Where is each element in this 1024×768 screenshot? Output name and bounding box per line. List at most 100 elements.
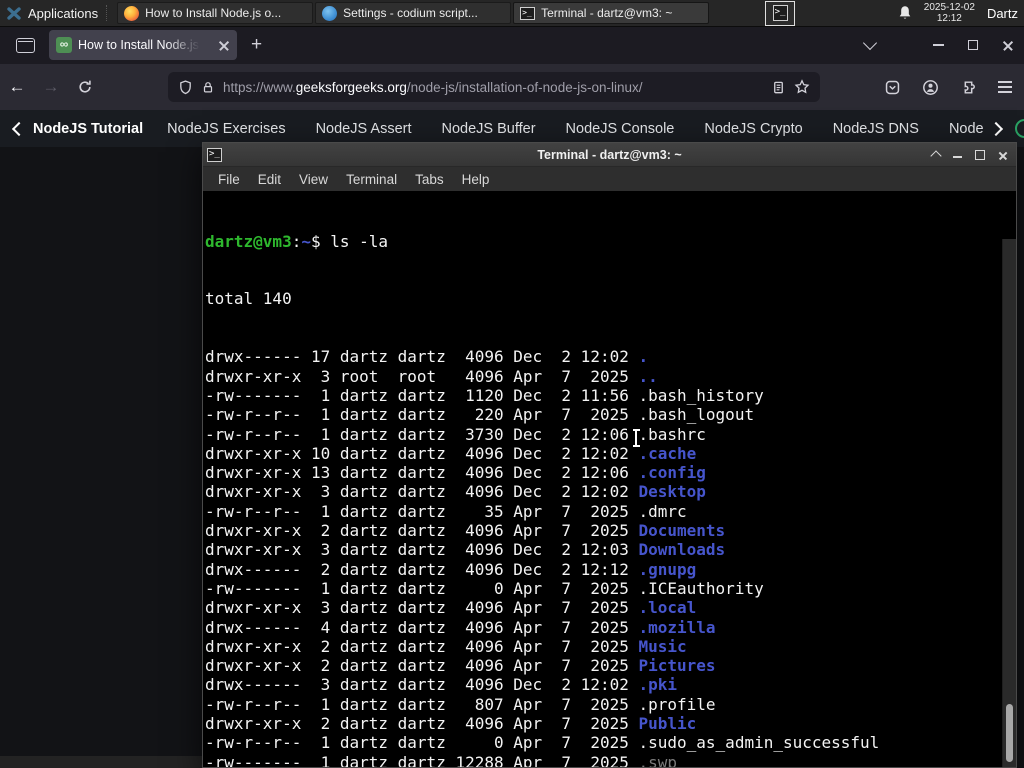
- firefox-view-icon[interactable]: [16, 37, 35, 53]
- file-name: .ICEauthority: [638, 578, 764, 598]
- terminal-output-line: drwxr-xr-x 3 root root 4096 Apr 7 2025 .…: [205, 366, 658, 386]
- terminal-icon: [520, 6, 536, 20]
- xfce-applications-icon: [7, 6, 21, 20]
- site-nav-item[interactable]: Node: [949, 121, 989, 137]
- terminal-prompt-line: dartz@vm3:~$ ls -la: [205, 232, 1016, 251]
- terminal-output-line: drwxr-xr-x 3 dartz dartz 4096 Apr 7 2025…: [205, 598, 697, 618]
- terminal-output-line: -rw-r--r-- 1 dartz dartz 220 Apr 7 2025 …: [205, 405, 755, 425]
- window-maximize-button[interactable]: [968, 40, 978, 50]
- terminal-total-line: total 140: [205, 289, 292, 309]
- chevron-right-icon[interactable]: [988, 121, 1004, 136]
- window-minimize-button[interactable]: [933, 44, 944, 46]
- firefox-toolbar: https://www.geeksforgeeks.org/node-js/in…: [0, 64, 1024, 110]
- file-name: .mozilla: [638, 617, 716, 637]
- file-name: .swp: [638, 752, 678, 767]
- pocket-save-icon[interactable]: [884, 79, 901, 96]
- tab-close-icon[interactable]: [218, 39, 230, 51]
- prompt-cwd: ~: [301, 231, 311, 251]
- url-text: https://www.geeksforgeeks.org/node-js/in…: [223, 80, 763, 95]
- close-window-button[interactable]: [998, 150, 1008, 160]
- terminal-output-line: drwxr-xr-x 2 dartz dartz 4096 Apr 7 2025…: [205, 714, 697, 734]
- toolbar-right-icons: [884, 64, 1012, 110]
- geeksforgeeks-favicon-icon: [56, 37, 72, 53]
- file-name: .profile: [638, 694, 716, 714]
- file-name: .config: [638, 463, 706, 483]
- account-icon[interactable]: [922, 79, 939, 96]
- scrollbar-thumb[interactable]: [1006, 704, 1013, 762]
- terminal-titlebar[interactable]: Terminal - dartz@vm3: ~: [203, 143, 1016, 167]
- site-nav-item[interactable]: NodeJS Assert: [316, 121, 412, 137]
- file-name: .gnupg: [638, 559, 697, 579]
- clock-date: 2025-12-02: [923, 2, 975, 13]
- terminal-menu-file[interactable]: File: [209, 172, 249, 187]
- bookmark-star-icon[interactable]: [794, 79, 810, 95]
- terminal-menubar: File Edit View Terminal Tabs Help: [203, 167, 1016, 193]
- shade-window-button[interactable]: [930, 150, 942, 162]
- browser-tab-active[interactable]: How to Install Node.js on: [49, 30, 237, 60]
- taskbar-window-button[interactable]: Terminal - dartz@vm3: ~: [513, 2, 710, 24]
- file-name: Pictures: [638, 656, 716, 676]
- back-button[interactable]: [0, 77, 34, 97]
- panel-separator: [106, 5, 114, 21]
- reload-button[interactable]: [68, 79, 102, 95]
- site-nav-item[interactable]: NodeJS Console: [566, 121, 675, 137]
- terminal-output-line: -rw-r--r-- 1 dartz dartz 35 Apr 7 2025 .…: [205, 501, 687, 521]
- menu-hamburger-icon[interactable]: [998, 81, 1012, 93]
- terminal-menu-terminal[interactable]: Terminal: [337, 172, 406, 187]
- clock-time: 12:12: [936, 13, 962, 24]
- prompt-command: $ ls -la: [310, 231, 389, 251]
- taskbar-window-button[interactable]: Settings - codium script...: [315, 2, 512, 24]
- terminal-output-line: drwxr-xr-x 2 dartz dartz 4096 Apr 7 2025…: [205, 521, 726, 541]
- reader-mode-icon[interactable]: [771, 80, 786, 95]
- terminal-output-line: drwx------ 3 dartz dartz 4096 Dec 2 12:0…: [205, 675, 678, 695]
- search-icon[interactable]: [1014, 119, 1024, 138]
- terminal-output-line: -rw------- 1 dartz dartz 1120 Dec 2 11:5…: [205, 385, 764, 405]
- notification-bell-icon[interactable]: [896, 4, 914, 22]
- file-name: Desktop: [638, 482, 706, 502]
- terminal-scrollbar[interactable]: [1002, 239, 1016, 767]
- codium-icon: [322, 5, 338, 21]
- terminal-window: Terminal - dartz@vm3: ~ FileEditViewTerm…: [202, 142, 1017, 768]
- panel-clock[interactable]: 2025-12-02 12:12: [924, 2, 975, 24]
- url-path: /node-js/installation-of-node-js-on-linu…: [406, 79, 643, 95]
- forward-button[interactable]: [34, 77, 68, 97]
- new-tab-button[interactable]: +: [251, 35, 262, 54]
- applications-menu-button[interactable]: Applications: [0, 0, 106, 26]
- site-nav-item[interactable]: NodeJS Exercises: [167, 121, 285, 137]
- file-name: Public: [638, 714, 697, 734]
- terminal-menu-view[interactable]: View: [290, 172, 337, 187]
- prompt-user-host: dartz@vm3: [205, 231, 292, 251]
- tab-title: How to Install Node.js on: [78, 38, 200, 52]
- taskbar-window-button[interactable]: How to Install Node.js o...: [117, 2, 314, 24]
- lock-icon[interactable]: [201, 80, 215, 95]
- minimize-window-button[interactable]: [953, 156, 962, 158]
- chevron-left-icon[interactable]: [11, 121, 27, 136]
- url-scheme: https://www.: [223, 79, 296, 95]
- terminal-menu-edit[interactable]: Edit: [249, 172, 290, 187]
- terminal-output-line: drwx------ 17 dartz dartz 4096 Dec 2 12:…: [205, 347, 649, 367]
- terminal-tray-launcher[interactable]: [765, 0, 796, 26]
- terminal-viewport[interactable]: dartz@vm3:~$ ls -la total 140 drwx------…: [203, 191, 1016, 767]
- session-user-label[interactable]: Dartz: [987, 6, 1018, 21]
- mouse-cursor-ibeam: [631, 428, 641, 448]
- site-nav-item[interactable]: NodeJS Buffer: [442, 121, 536, 137]
- site-nav-item[interactable]: NodeJS Crypto: [704, 121, 802, 137]
- terminal-menu-help[interactable]: Help: [453, 172, 499, 187]
- site-nav-item[interactable]: NodeJS DNS: [833, 121, 919, 137]
- xfce-top-panel: Applications How to Install Node.js o...…: [0, 0, 1024, 27]
- terminal-menu-tabs[interactable]: Tabs: [406, 172, 453, 187]
- tracking-shield-icon[interactable]: [178, 79, 193, 95]
- prompt-separator: :: [291, 231, 302, 251]
- extensions-puzzle-icon[interactable]: [960, 79, 977, 96]
- site-nav-current[interactable]: NodeJS Tutorial: [33, 121, 143, 137]
- desktop: Applications How to Install Node.js o...…: [0, 0, 1024, 768]
- taskbar-window-list: How to Install Node.js o... Settings - co…: [117, 0, 710, 26]
- terminal-output-line: -rw-r--r-- 1 dartz dartz 3730 Dec 2 12:0…: [205, 424, 706, 444]
- url-bar[interactable]: https://www.geeksforgeeks.org/node-js/in…: [168, 72, 820, 102]
- window-close-button[interactable]: [1002, 39, 1014, 51]
- taskbar-window-title: Terminal - dartz@vm3: ~: [541, 6, 673, 20]
- maximize-window-button[interactable]: [975, 149, 985, 160]
- file-name: .cache: [638, 443, 697, 463]
- terminal-output-line: -rw------- 1 dartz dartz 12288 Apr 7 202…: [205, 753, 1016, 767]
- list-all-tabs-chevron-icon[interactable]: [862, 35, 878, 51]
